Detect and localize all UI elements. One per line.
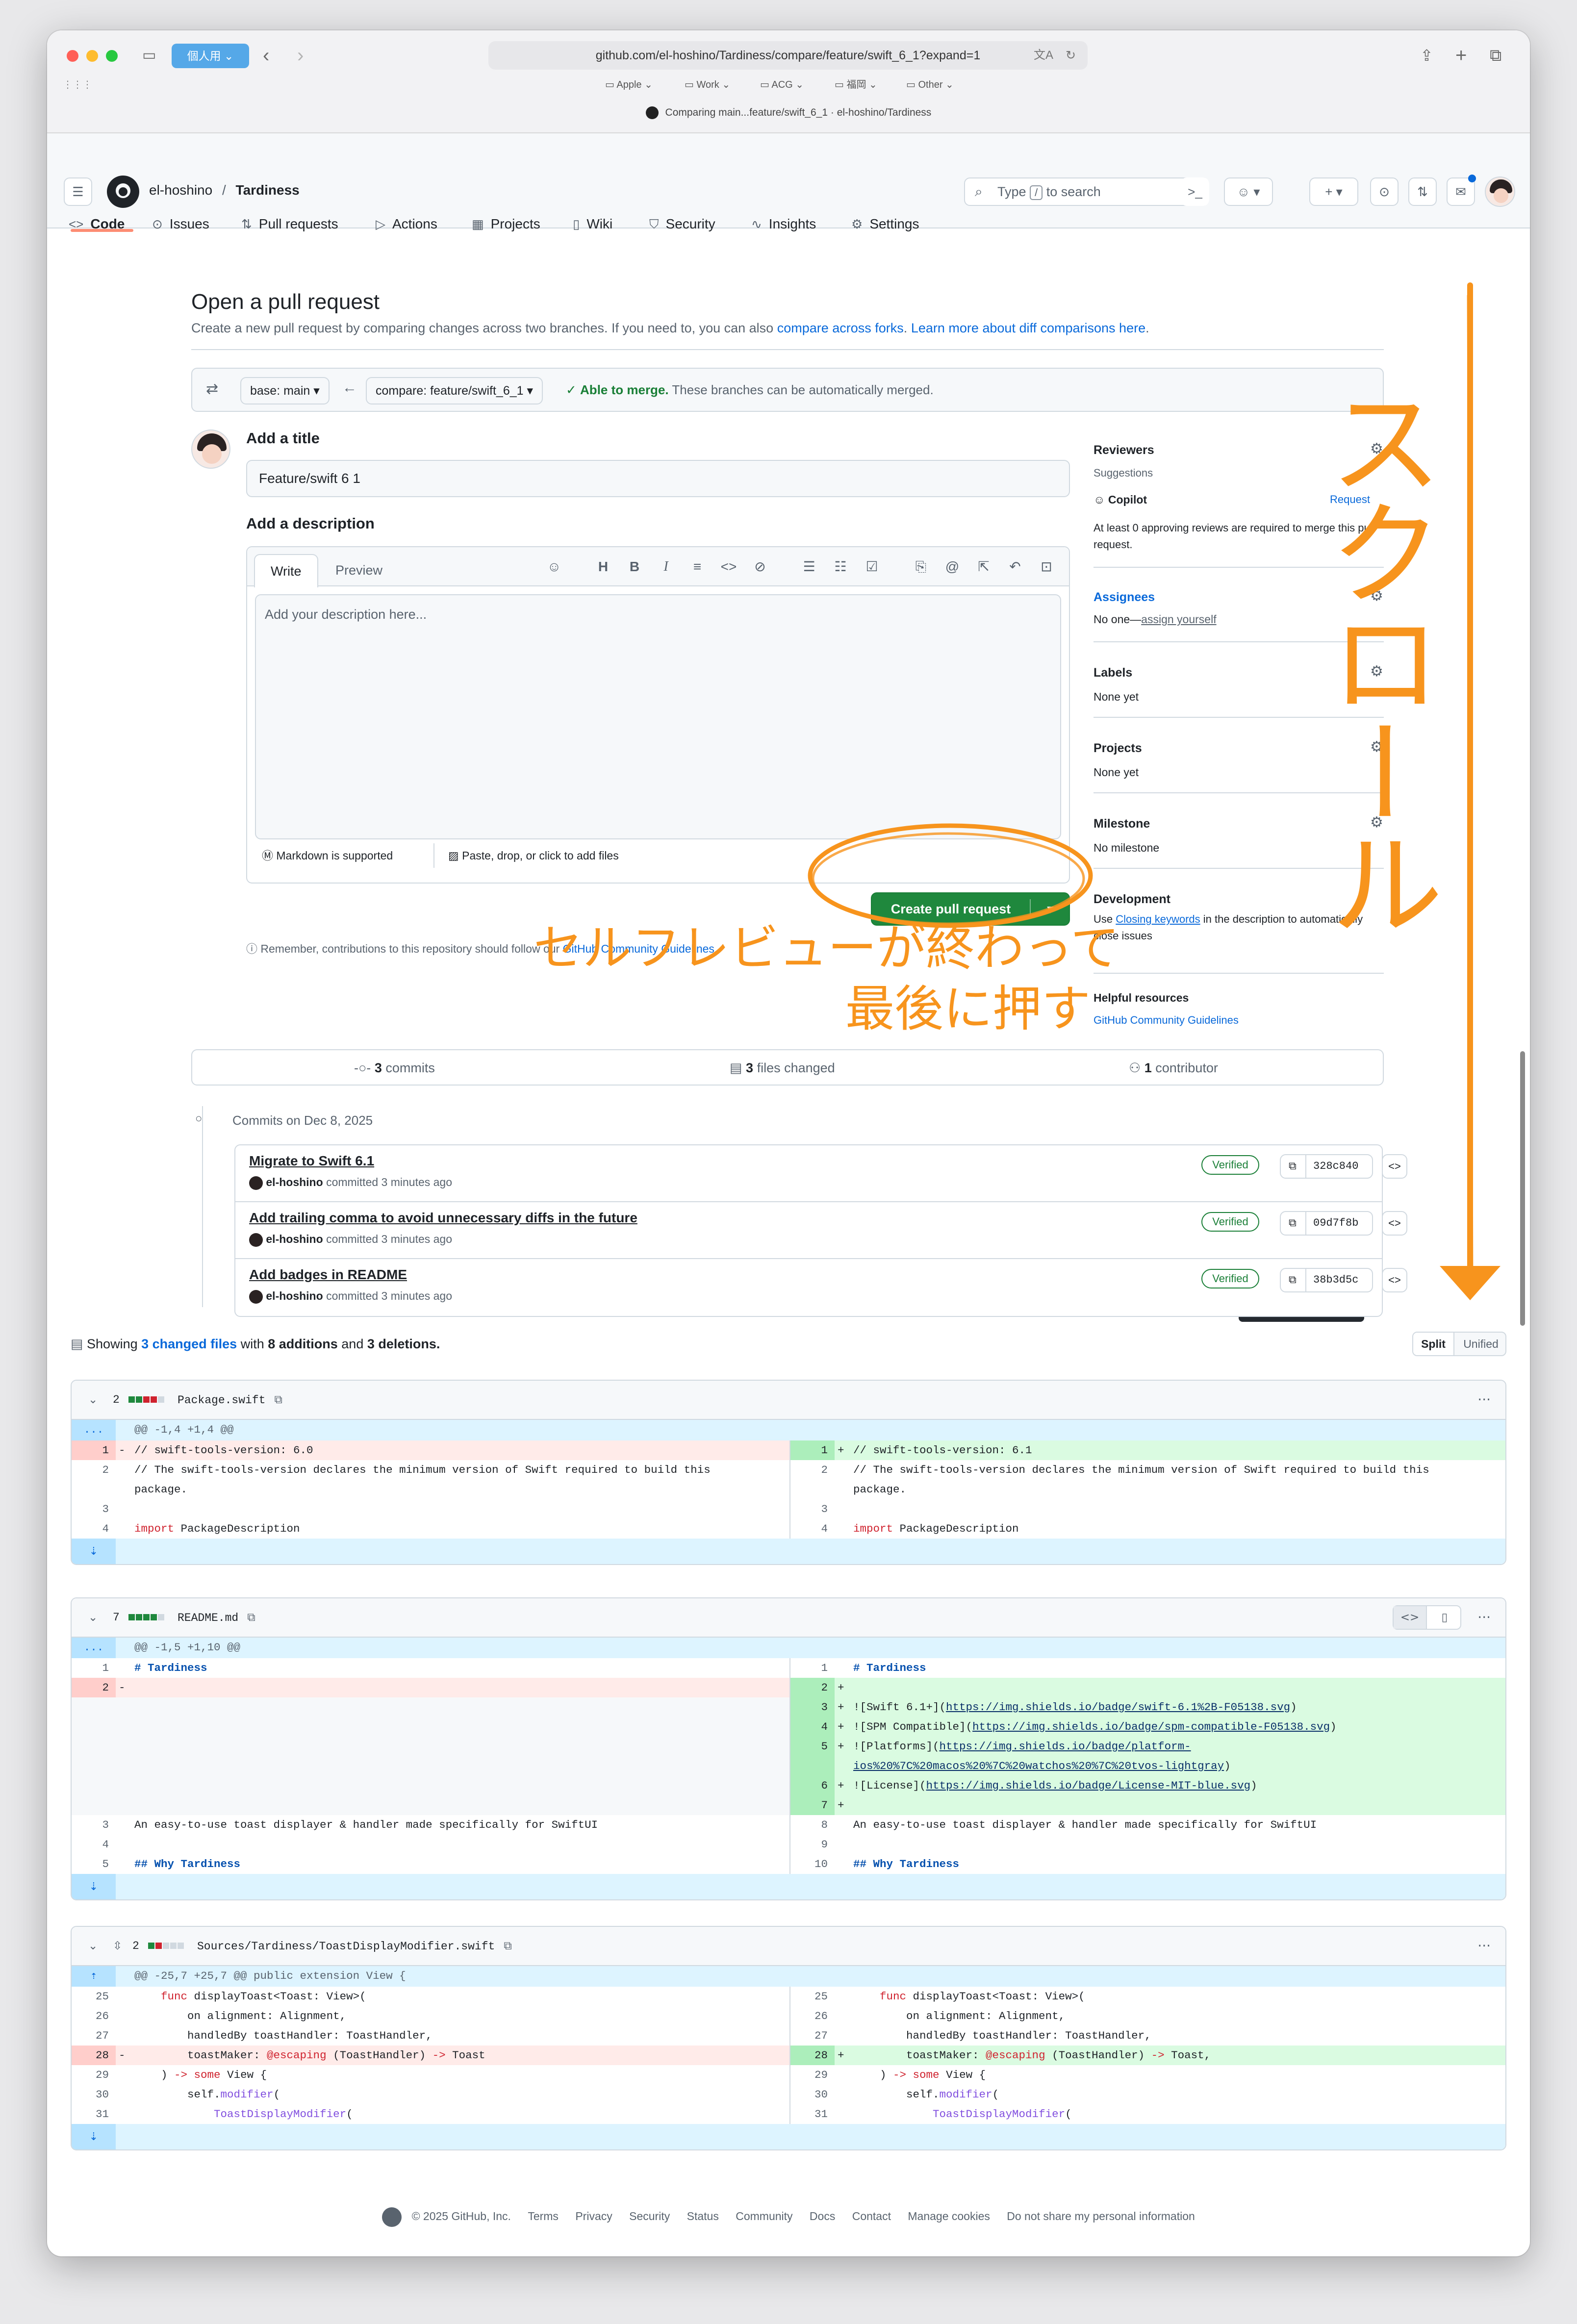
- highlight-circle-inner: [812, 832, 1085, 925]
- scroll-arrow-head: [1440, 1266, 1501, 1300]
- scroll-annotation-text: スクロール: [1308, 383, 1442, 935]
- self-review-annotation-2: 最後に押す: [845, 980, 1091, 1037]
- annotation-overlay: [808, 282, 1501, 1300]
- self-review-annotation-1: セルフレビューが終わって: [534, 919, 1119, 977]
- browser-window: ▭ 個人用 ⌄ ‹ › github.com/el-hoshino/Tardin…: [47, 30, 1530, 2256]
- scroll-annotation: スクロール: [1308, 383, 1461, 957]
